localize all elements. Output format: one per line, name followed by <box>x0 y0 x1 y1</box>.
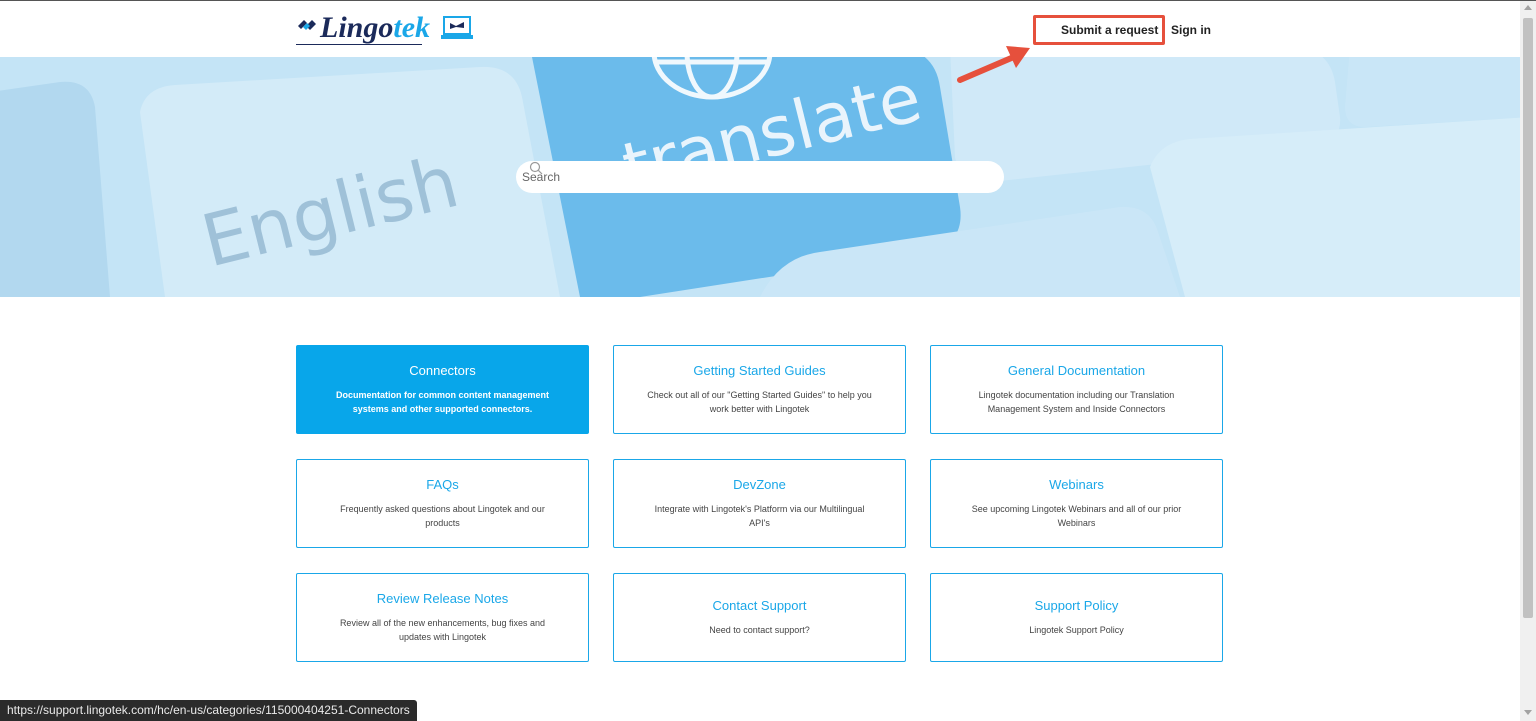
search-input[interactable] <box>522 167 942 187</box>
category-card-general-documentation[interactable]: General Documentation Lingotek documenta… <box>930 345 1223 434</box>
card-description: Lingotek documentation including our Tra… <box>978 390 1175 414</box>
search-icon <box>529 161 543 175</box>
card-title: Contact Support <box>712 598 807 613</box>
search-bar[interactable] <box>516 161 1004 193</box>
category-card-connectors[interactable]: Connectors Documentation for common cont… <box>296 345 589 434</box>
scrollbar-thumb[interactable] <box>1523 18 1533 618</box>
annotation-arrow-icon <box>957 46 1030 83</box>
submit-request-link[interactable]: Submit a request <box>1061 23 1158 37</box>
card-title: Support Policy <box>1034 598 1119 613</box>
card-description: Integrate with Lingotek's Platform via o… <box>654 504 865 528</box>
logo-wordmark-main: Lingo <box>320 11 394 44</box>
category-card-support-policy[interactable]: Support Policy Lingotek Support Policy <box>930 573 1223 662</box>
category-card-contact-support[interactable]: Contact Support Need to contact support? <box>613 573 906 662</box>
lingotek-logo[interactable]: Lingotek <box>296 11 474 45</box>
logo-underline <box>296 44 422 45</box>
logo-diamond-icon <box>298 20 316 30</box>
category-card-release-notes[interactable]: Review Release Notes Review all of the n… <box>296 573 589 662</box>
sign-in-link[interactable]: Sign in <box>1171 23 1211 37</box>
card-title: General Documentation <box>1007 363 1146 378</box>
card-description: See upcoming Lingotek Webinars and all o… <box>971 504 1182 528</box>
category-card-faqs[interactable]: FAQs Frequently asked questions about Li… <box>296 459 589 548</box>
card-title: DevZone <box>733 477 786 492</box>
card-title: Getting Started Guides <box>693 363 826 378</box>
card-title: Review Release Notes <box>376 591 509 606</box>
category-card-webinars[interactable]: Webinars See upcoming Lingotek Webinars … <box>930 459 1223 548</box>
scroll-down-arrow-icon[interactable] <box>1524 710 1532 715</box>
laptop-icon <box>441 16 474 39</box>
card-description: Need to contact support? <box>709 625 810 635</box>
link-status-bar: https://support.lingotek.com/hc/en-us/ca… <box>0 700 417 721</box>
category-card-devzone[interactable]: DevZone Integrate with Lingotek's Platfo… <box>613 459 906 548</box>
site-header: Lingotek Submit a request Sign in <box>0 1 1520 57</box>
card-description: Review all of the new enhancements, bug … <box>339 618 546 642</box>
logo-wordmark: Lingotek <box>320 13 430 43</box>
card-title: FAQs <box>426 477 459 492</box>
card-title: Connectors <box>409 363 476 378</box>
card-description: Frequently asked questions about Lingote… <box>340 504 545 528</box>
card-description: Documentation for common content managem… <box>335 390 550 414</box>
card-description: Check out all of our "Getting Started Gu… <box>647 390 872 414</box>
logo-wordmark-accent: tek <box>393 11 431 44</box>
card-title: Webinars <box>1049 477 1104 492</box>
scroll-up-arrow-icon[interactable] <box>1524 5 1532 10</box>
card-description: Lingotek Support Policy <box>1029 625 1124 635</box>
hero-banner: English translate <box>0 57 1520 297</box>
category-card-getting-started[interactable]: Getting Started Guides Check out all of … <box>613 345 906 434</box>
